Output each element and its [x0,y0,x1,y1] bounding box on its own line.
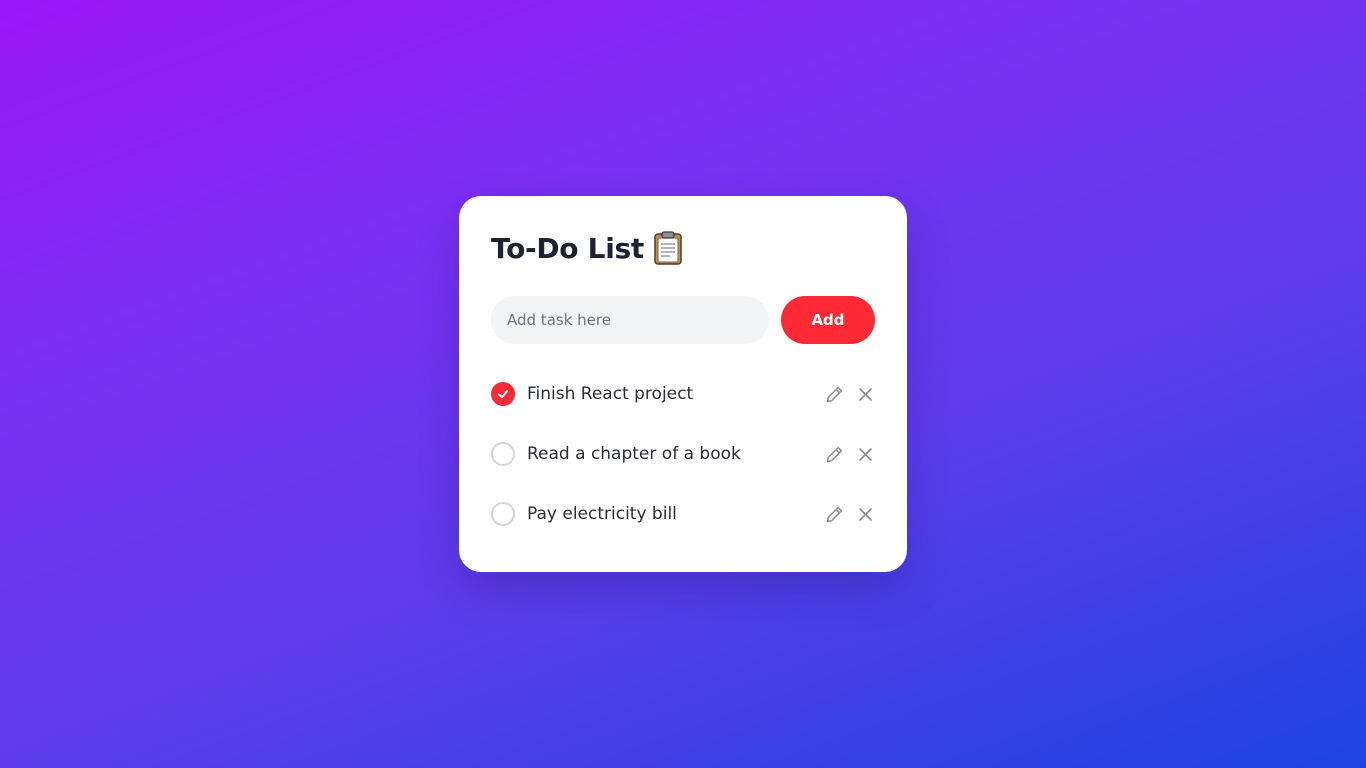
task-input[interactable] [491,296,769,344]
task-list: Finish React project Read a chapter of a… [491,370,875,538]
task-label: Finish React project [527,384,694,404]
task-checkbox[interactable] [491,442,515,466]
task-checkbox[interactable] [491,502,515,526]
add-task-form: Add [491,296,875,344]
todo-card: To-Do List Add Finish React project [459,196,907,572]
close-icon[interactable] [856,385,875,404]
add-button[interactable]: Add [781,296,875,344]
list-item: Finish React project [491,370,875,418]
task-label: Pay electricity bill [527,504,677,524]
task-label: Read a chapter of a book [527,444,741,464]
close-icon[interactable] [856,505,875,524]
list-item: Pay electricity bill [491,490,875,538]
pencil-icon[interactable] [825,445,844,464]
task-checkbox[interactable] [491,382,515,406]
pencil-icon[interactable] [825,385,844,404]
task-actions [825,505,875,524]
list-item: Read a chapter of a book [491,430,875,478]
pencil-icon[interactable] [825,505,844,524]
close-icon[interactable] [856,445,875,464]
header: To-Do List [491,228,875,268]
clipboard-icon [654,231,682,265]
checkmark-icon [498,390,508,399]
page-title: To-Do List [491,231,644,265]
task-actions [825,445,875,464]
task-actions [825,385,875,404]
